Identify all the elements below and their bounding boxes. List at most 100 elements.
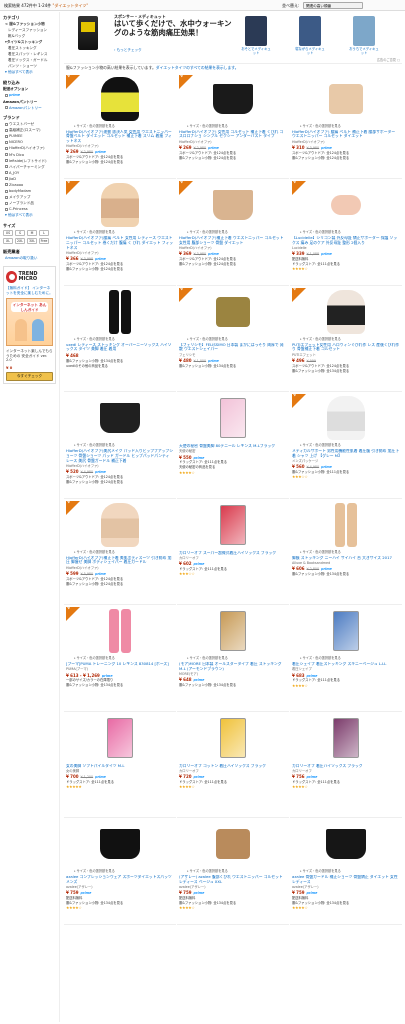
- category-rank[interactable]: uxedlのその他の商品を見る: [66, 364, 174, 368]
- category-rank[interactable]: 配送料無料: [179, 896, 287, 900]
- checkbox[interactable]: [5, 146, 8, 150]
- category-rank[interactable]: ドラッグストア: 全111点を見る: [292, 780, 400, 784]
- category-rank[interactable]: ドラッグストア: 全111点を見る: [179, 460, 287, 464]
- product-thumb[interactable]: [292, 607, 400, 655]
- category-rank[interactable]: 配送料無料: [66, 896, 174, 900]
- product-thumb[interactable]: [179, 607, 287, 655]
- product-thumb[interactable]: [292, 75, 400, 123]
- product-image[interactable]: [326, 829, 366, 860]
- brand-filter[interactable]: PUIMEE: [3, 134, 56, 138]
- rating-stars[interactable]: ★★★★☆: [179, 784, 287, 790]
- rating-stars[interactable]: ★★★★☆: [292, 683, 400, 689]
- size-options-link[interactable]: サイズ・色の選択肢を見る: [187, 230, 287, 234]
- product-thumb[interactable]: [66, 288, 174, 336]
- product-thumb[interactable]: お得: [179, 73, 287, 123]
- product-image[interactable]: [331, 195, 361, 216]
- product-image[interactable]: [213, 83, 253, 114]
- category-rank[interactable]: 服&ファッション小物: 全124点を見る: [179, 156, 287, 160]
- product-card[interactable]: お得サイズ・色の選択肢を見る HiofferD(ハイオファ) 女性用 コルセット …: [177, 73, 289, 180]
- size-options-link[interactable]: サイズ・色の選択肢を見る: [74, 124, 174, 128]
- size-options-link[interactable]: サイズ・色の選択肢を見る: [187, 869, 287, 873]
- product-thumb[interactable]: お得: [66, 73, 174, 123]
- ad-text[interactable]: 【無料ガイド】 インターネットを安全に楽しむために。: [6, 286, 53, 295]
- product-image[interactable]: [108, 289, 132, 334]
- category-rank[interactable]: 服&ファッション小物: 全134点を見る: [66, 683, 174, 687]
- product-image[interactable]: [333, 717, 359, 758]
- category-rank[interactable]: 服&ファッション小物: 全134点を見る: [292, 369, 400, 373]
- product-title[interactable]: azalee コンプレッションウェア スポーツダイエットスパッツ メンズ: [66, 875, 174, 884]
- category-rank[interactable]: 服&ファッション小物: 全124点を見る: [66, 267, 174, 271]
- product-card[interactable]: お得サイズ・色の選択肢を見る HiofferD(ハイオファ)腰痛 ベルト 女性用 …: [64, 179, 176, 286]
- product-card[interactable]: サイズ・色の選択肢を見る (アザレー) azalee 腹部くびれ ウエストニッパー…: [177, 818, 289, 925]
- brand-filter[interactable]: HiofferD(ハイオファ): [3, 146, 56, 150]
- product-card[interactable]: カロリーオフ コットン 着圧ハイソックス ブラック カロリーオフ ¥ 720 prim…: [177, 712, 289, 819]
- prime-filter[interactable]: prime: [3, 93, 56, 97]
- product-card[interactable]: サイズ・色の選択肢を見る HiofferD(ハイオファ)美尻メイク パッド入りヒッ…: [64, 392, 176, 499]
- category-rank[interactable]: スポーツ&アウトドア: 全124点を見る: [292, 151, 400, 155]
- category-rank[interactable]: 服&ファッション小物: 全124点を見る: [66, 160, 174, 164]
- product-title[interactable]: (モア)MORE 日本製 オールスタータイプ 着圧 ストッキング M-L (アー…: [179, 662, 287, 671]
- product-thumb[interactable]: お得: [292, 286, 400, 336]
- category-rank[interactable]: ドラッグストア: 全111点を見る: [179, 567, 287, 571]
- checkbox[interactable]: [5, 183, 8, 187]
- size-options-link[interactable]: サイズ・色の選択肢を見る: [187, 337, 287, 341]
- product-title[interactable]: HiofferD(ハイオファ)美尻メイク パッド入りヒッププアップショーツ 骨盤…: [66, 449, 174, 463]
- product-card[interactable]: カロリーオフ 着圧ハイソックス ブラック カロリーオフ ¥ 756 prime ドラッグ…: [290, 712, 402, 819]
- product-title[interactable]: uxedl レディース ストッキング オーバーニーソックス ハイソックス タイツ…: [66, 343, 174, 352]
- product-card[interactable]: お得サイズ・色の選択肢を見る PUTIエフェット女性用 ハロウィンぐびれ作 レス …: [290, 286, 402, 393]
- checkbox[interactable]: [5, 177, 8, 181]
- product-image[interactable]: [327, 289, 365, 334]
- subcategory-link[interactable]: 着圧ストッキング: [3, 46, 56, 50]
- subcategory-link[interactable]: 着圧ソックス・ガードル: [3, 58, 56, 62]
- product-thumb[interactable]: お得: [179, 286, 287, 336]
- brand-filter[interactable]: メイクアップ: [3, 195, 56, 199]
- product-title[interactable]: 【Lucidelle】シリコン製 外反母趾 矯正サポーター 保護 ソックス 痛み…: [292, 236, 400, 245]
- product-card[interactable]: 天使の秘密 骨盤美脚 80デニール レギンス M-Lブラック 天使の秘密 ¥ 550…: [177, 392, 289, 499]
- sponsor-headline[interactable]: はいて歩くだけで、水中ウォーキングのような筋肉痛圧効果！: [114, 19, 234, 38]
- product-thumb[interactable]: お得: [66, 179, 174, 229]
- product-image[interactable]: [333, 611, 359, 652]
- product-title[interactable]: (アザレー) azalee 腹部くびれ ウエストニッパー コルセット レディース…: [179, 875, 287, 884]
- brand-filter[interactable]: C-Princess: [3, 207, 56, 211]
- product-card[interactable]: お得サイズ・色の選択肢を見る HiofferD(ハイオファ)運動 即決人気 女性用…: [64, 73, 176, 180]
- sponsored-banner[interactable]: スポンサー・メディキュット はいて歩くだけで、水中ウォーキングのような筋肉痛圧効…: [64, 12, 402, 64]
- product-card[interactable]: サイズ・色の選択肢を見る (モア)MORE 日本製 オールスタータイプ 着圧 スト…: [177, 605, 289, 712]
- category-rank[interactable]: 服&ファッション小物: 全124点を見る: [66, 480, 174, 484]
- product-card[interactable]: お得サイズ・色の選択肢を見る【Lucidelle】シリコン製 外反母趾 矯正サポ…: [290, 179, 402, 286]
- product-title[interactable]: カロリーオフ スーパー超微式着圧ハイソックス ブラック: [179, 551, 287, 556]
- product-title[interactable]: HiofferD(ハイオファ)運動 即決人気 女性用 ウエストニッパー 骨盤ベル…: [66, 130, 174, 144]
- category-rank[interactable]: スポーツ&アウトドア: 全124点を見る: [179, 257, 287, 261]
- product-card[interactable]: サイズ・色の選択肢を見る着圧シェイプ 着圧ストッキング スキニーベージュ L-L…: [290, 605, 402, 712]
- size-option[interactable]: Free: [39, 238, 49, 245]
- size-option[interactable]: S: [15, 230, 25, 237]
- product-card[interactable]: サイズ・色の選択肢を見る azalee 骨盤ガードル 補正ショーツ 骨盤矯正 ダイ…: [290, 818, 402, 925]
- category-rank[interactable]: ドラッグストア: 全111点を見る: [66, 780, 174, 784]
- size-options-link[interactable]: サイズ・色の選択肢を見る: [74, 443, 174, 447]
- category-link[interactable]: < 服&ファッション小物: [3, 22, 56, 26]
- checkbox[interactable]: [5, 134, 8, 138]
- product-title[interactable]: カロリーオフ コットン 着圧ハイソックス ブラック: [179, 764, 287, 769]
- product-card[interactable]: 女の美脚 ソフトパイルタイツ M-L 女の美脚 ¥ 700 ¥ 1,200 prime ド…: [64, 712, 176, 819]
- size-options-link[interactable]: サイズ・色の選択肢を見る: [300, 550, 400, 554]
- category-rank[interactable]: 服&ファッション小物: 全124点を見る: [179, 262, 287, 266]
- ad-feedback[interactable]: 広告のご意見 ▢: [377, 58, 400, 62]
- amazon-filter[interactable]: Amazonパントリー: [3, 106, 56, 110]
- product-image[interactable]: [101, 502, 139, 547]
- product-image[interactable]: [108, 609, 132, 654]
- product-card[interactable]: サイズ・色の選択肢を見る azalee コンプレッションウェア スポーツダイエット…: [64, 818, 176, 925]
- checkbox[interactable]: [5, 201, 8, 205]
- rating-stars[interactable]: ★★★★☆: [292, 784, 400, 790]
- category-rank[interactable]: スポーツ&アウトドア: 全124点を見る: [292, 364, 400, 368]
- product-title[interactable]: HiofferD(ハイオファ) 腰痛 ベルト 補正下着 腰部サポーター ウエスト…: [292, 130, 400, 139]
- checkbox[interactable]: [5, 207, 8, 211]
- brand-filter[interactable]: NICERO: [3, 140, 56, 144]
- category-rank[interactable]: 服&ファッション小物: 全134点を見る: [179, 901, 287, 905]
- product-thumb[interactable]: [66, 714, 174, 762]
- product-thumb[interactable]: お得: [292, 179, 400, 229]
- rating-stars[interactable]: ★★★★☆: [292, 905, 400, 911]
- rating-stars[interactable]: ★★★☆☆: [292, 475, 400, 480]
- size-options-link[interactable]: サイズ・色の選択肢を見る: [300, 443, 400, 447]
- category-rank[interactable]: 服&ファッション小物: 全134点を見る: [292, 572, 400, 576]
- category-rank[interactable]: 配送料無料: [292, 896, 400, 900]
- product-card[interactable]: お得サイズ・色の選択肢を見る HiofferD(ハイオファ)補正下着 ウエストニッ…: [177, 179, 289, 286]
